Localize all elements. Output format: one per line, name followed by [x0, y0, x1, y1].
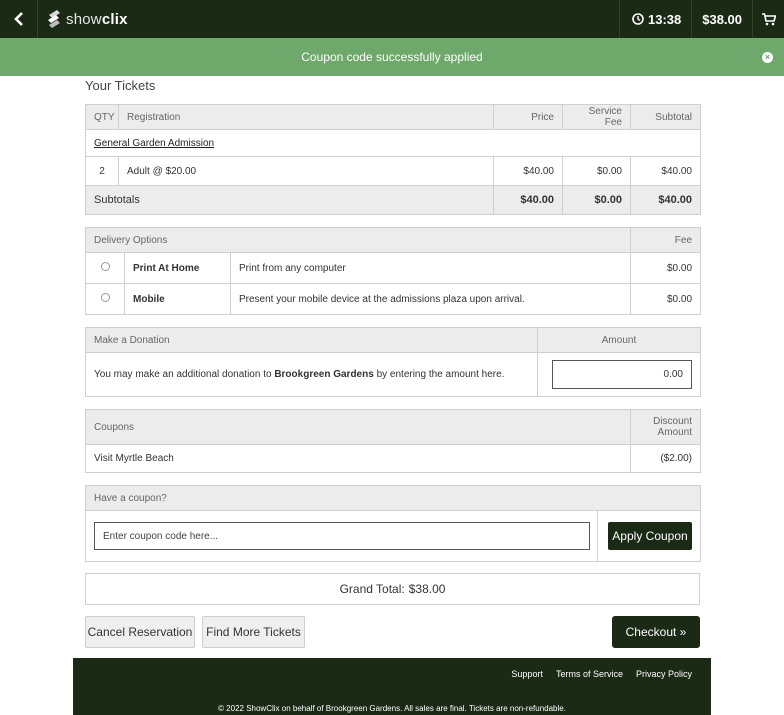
- apply-coupon-button[interactable]: Apply Coupon: [608, 522, 692, 550]
- fee-header: Fee: [630, 227, 702, 253]
- radio-print-at-home[interactable]: [100, 262, 110, 271]
- cancel-reservation-button[interactable]: Cancel Reservation: [85, 616, 195, 648]
- subtotals-subtotal: $40.00: [630, 185, 701, 215]
- subtotals-price: $40.00: [493, 185, 563, 215]
- grand-total: Grand Total: $38.00: [85, 573, 700, 605]
- ticket-stack-icon: [48, 10, 60, 28]
- reservation-timer: 13:38: [618, 0, 691, 38]
- delivery-option-print[interactable]: Print At Home Print from any computer $0…: [85, 252, 702, 284]
- footer-link-terms[interactable]: Terms of Service: [556, 669, 623, 679]
- back-button[interactable]: [0, 0, 38, 38]
- ticket-subtotal: $40.00: [630, 156, 701, 186]
- have-coupon-header: Have a coupon?: [85, 485, 701, 511]
- shopping-cart-icon: [761, 12, 776, 25]
- checkout-button[interactable]: Checkout »: [612, 616, 700, 648]
- coupon-name: Visit Myrtle Beach: [85, 444, 631, 473]
- delivery-description: Print from any computer: [229, 252, 632, 284]
- timer-value: 13:38: [647, 11, 682, 27]
- success-alert: Coupon code successfully applied ×: [0, 38, 784, 76]
- delivery-options-table: Delivery Options Fee Print At Home Print…: [84, 227, 702, 315]
- checkout-main: Your Tickets QTY Registration Price Serv…: [84, 78, 702, 648]
- ticket-qty: 2: [85, 156, 119, 186]
- subtotals-label: Subtotals: [85, 185, 494, 215]
- delivery-fee: $0.00: [630, 252, 702, 284]
- ticket-registration: Adult @ $20.00: [118, 156, 494, 186]
- have-coupon-table: Have a coupon? Apply Coupon: [85, 485, 701, 562]
- showclix-logo[interactable]: showclix: [46, 9, 128, 29]
- clock-icon: [632, 13, 644, 25]
- delivery-description: Present your mobile device at the admiss…: [229, 283, 632, 315]
- amount-header: Amount: [537, 327, 701, 353]
- cart-button[interactable]: [752, 0, 784, 38]
- delivery-name: Print At Home: [124, 252, 231, 284]
- coupons-header: Coupons: [85, 409, 631, 445]
- tickets-table: QTY Registration Price Service Fee Subto…: [85, 104, 701, 215]
- action-bar: Cancel Reservation Find More Tickets Che…: [85, 616, 700, 648]
- delivery-option-mobile[interactable]: Mobile Present your mobile device at the…: [85, 283, 702, 315]
- grand-total-label: Grand Total:: [339, 582, 405, 596]
- subtotals-row: Subtotals $40.00 $0.00 $40.00: [85, 185, 701, 215]
- grand-total-value: $38.00: [408, 582, 446, 596]
- event-link[interactable]: General Garden Admission: [85, 129, 701, 157]
- cart-total[interactable]: $38.00: [691, 0, 752, 38]
- footer: Support Terms of Service Privacy Policy …: [73, 658, 711, 715]
- subtotals-fee: $0.00: [562, 185, 631, 215]
- top-bar: showclix 13:38 $38.00: [0, 0, 784, 38]
- table-row: Visit Myrtle Beach ($2.00): [85, 444, 701, 473]
- footer-link-privacy[interactable]: Privacy Policy: [636, 669, 692, 679]
- ticket-price: $40.00: [493, 156, 563, 186]
- coupons-table: Coupons Discount Amount Visit Myrtle Beac…: [85, 409, 701, 473]
- discount-amount-header: Discount Amount: [630, 409, 701, 445]
- donation-text: You may make an additional donation to B…: [85, 352, 538, 397]
- col-service-fee: Service Fee: [562, 104, 631, 130]
- col-registration: Registration: [118, 104, 494, 130]
- donation-table: Make a Donation Amount You may make an a…: [85, 327, 701, 397]
- coupon-code-input[interactable]: [94, 522, 590, 550]
- donation-org: Brookgreen Gardens: [274, 369, 374, 380]
- logo-text: showclix: [66, 10, 128, 28]
- delivery-name: Mobile: [124, 283, 231, 315]
- find-more-tickets-button[interactable]: Find More Tickets: [202, 616, 305, 648]
- donation-header: Make a Donation: [85, 327, 538, 353]
- ticket-fee: $0.00: [562, 156, 631, 186]
- col-subtotal: Subtotal: [630, 104, 701, 130]
- alert-message: Coupon code successfully applied: [301, 50, 483, 64]
- col-price: Price: [493, 104, 563, 130]
- table-row: 2 Adult @ $20.00 $40.00 $0.00 $40.00: [85, 156, 701, 186]
- col-qty: QTY: [85, 104, 119, 130]
- radio-mobile[interactable]: [100, 293, 110, 302]
- section-title: Your Tickets: [85, 78, 156, 93]
- footer-copyright: © 2022 ShowClix on behalf of Brookgreen …: [218, 704, 566, 713]
- coupon-amount: ($2.00): [630, 444, 701, 473]
- footer-link-support[interactable]: Support: [511, 669, 543, 679]
- delivery-header: Delivery Options: [84, 227, 632, 253]
- chevron-left-icon: [13, 12, 23, 26]
- donation-amount-input[interactable]: [552, 360, 692, 389]
- delivery-fee: $0.00: [630, 283, 702, 315]
- close-icon[interactable]: ×: [762, 52, 773, 63]
